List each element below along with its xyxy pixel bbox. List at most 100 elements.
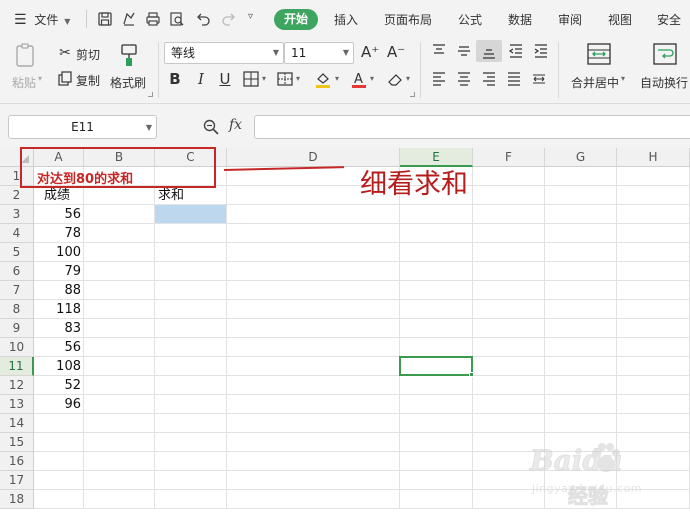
merge-center-icon <box>587 43 611 65</box>
row-header-2[interactable]: 2 <box>0 186 34 205</box>
undo-icon[interactable] <box>194 10 212 28</box>
eraser-icon[interactable] <box>386 70 404 88</box>
increase-font-button[interactable]: A⁺ <box>361 43 379 61</box>
font-size-select[interactable]: 11 ▼ <box>284 42 354 64</box>
row-header-16[interactable]: 16 <box>0 452 34 471</box>
paste-icon[interactable] <box>14 42 38 68</box>
font-color-icon[interactable]: A <box>350 70 368 88</box>
font-size-value: 11 <box>291 46 307 60</box>
merge-center-button[interactable]: 合并居中 <box>571 74 619 91</box>
paste-button[interactable]: 粘贴 <box>12 74 36 91</box>
align-right-icon[interactable] <box>480 70 498 88</box>
cell-a2-header[interactable]: 成绩 <box>44 186 70 205</box>
wrap-text-button[interactable]: 自动换行 <box>640 74 688 91</box>
cell-a11-score[interactable]: 108 <box>34 357 84 376</box>
format-painter-button[interactable]: 格式刷 <box>110 74 146 91</box>
tab-formulas[interactable]: 公式 <box>458 11 482 28</box>
redo-icon[interactable] <box>220 10 238 28</box>
chevron-down-icon: ▼ <box>342 48 349 57</box>
wrap-text-icon <box>653 43 677 65</box>
quick-access-dropdown-icon[interactable]: ▿ <box>248 11 253 22</box>
chevron-down-icon[interactable]: ▾ <box>335 74 339 83</box>
indent-decrease-icon[interactable] <box>507 42 525 60</box>
chevron-down-icon[interactable]: ▾ <box>406 74 410 83</box>
chevron-down-icon: ▼ <box>145 123 152 132</box>
tab-page-layout[interactable]: 页面布局 <box>384 11 432 28</box>
zoom-search-icon[interactable] <box>202 118 220 136</box>
cell-a10-score[interactable]: 56 <box>34 338 84 357</box>
cell-a12-score[interactable]: 52 <box>34 376 84 395</box>
row-header-5[interactable]: 5 <box>0 243 34 262</box>
row-header-4[interactable]: 4 <box>0 224 34 243</box>
formula-input[interactable] <box>254 115 690 139</box>
align-left-icon[interactable] <box>430 70 448 88</box>
fx-icon[interactable]: fx <box>229 117 242 133</box>
paste-dropdown-icon[interactable]: ▾ <box>38 74 42 83</box>
cell-a9-score[interactable]: 83 <box>34 319 84 338</box>
cell-a3-score[interactable]: 56 <box>34 205 84 224</box>
row-header-18[interactable]: 18 <box>0 490 34 509</box>
save-icon[interactable] <box>96 10 114 28</box>
row-header-9[interactable]: 9 <box>0 319 34 338</box>
justify-icon[interactable] <box>505 70 523 88</box>
chevron-down-icon[interactable]: ▾ <box>296 74 300 83</box>
tab-data[interactable]: 数据 <box>508 11 532 28</box>
tab-security[interactable]: 安全 <box>657 11 681 28</box>
cell-a6-score[interactable]: 79 <box>34 262 84 281</box>
cell-style-icon[interactable] <box>276 70 294 88</box>
align-bottom-icon[interactable] <box>480 42 498 60</box>
indent-increase-icon[interactable] <box>532 42 550 60</box>
row-header-11[interactable]: 11 <box>0 357 34 376</box>
chevron-down-icon[interactable]: ▾ <box>370 74 374 83</box>
copy-button[interactable]: 复制 <box>76 72 100 89</box>
active-cell-selection[interactable] <box>399 356 473 376</box>
tab-insert[interactable]: 插入 <box>334 11 358 28</box>
fill-color-icon[interactable] <box>314 70 332 88</box>
align-middle-icon[interactable] <box>455 42 473 60</box>
row-header-17[interactable]: 17 <box>0 471 34 490</box>
chevron-down-icon[interactable]: ▾ <box>621 74 625 83</box>
cut-button[interactable]: 剪切 <box>76 46 100 63</box>
tab-review[interactable]: 审阅 <box>558 11 582 28</box>
name-box[interactable]: E11 ▼ <box>8 115 157 139</box>
italic-icon[interactable]: I <box>192 70 210 88</box>
print-preview-icon[interactable] <box>168 10 186 28</box>
clipboard-launcher-icon[interactable] <box>148 92 153 97</box>
font-launcher-icon[interactable] <box>410 92 415 97</box>
row-header-7[interactable]: 7 <box>0 281 34 300</box>
tab-start[interactable]: 开始 <box>274 9 318 30</box>
align-top-icon[interactable] <box>430 42 448 60</box>
cell-a13-score[interactable]: 96 <box>34 395 84 414</box>
cell-c3-filled[interactable] <box>155 205 226 223</box>
column-header-g[interactable]: G <box>545 148 617 167</box>
cell-a8-score[interactable]: 118 <box>34 300 84 319</box>
tab-view[interactable]: 视图 <box>608 11 632 28</box>
export-pdf-icon[interactable] <box>120 10 138 28</box>
row-header-13[interactable]: 13 <box>0 395 34 414</box>
row-header-14[interactable]: 14 <box>0 414 34 433</box>
decrease-font-button[interactable]: A⁻ <box>387 43 405 61</box>
file-menu[interactable]: ☰ 文件 ▼ <box>14 11 70 28</box>
row-header-3[interactable]: 3 <box>0 205 34 224</box>
row-header-10[interactable]: 10 <box>0 338 34 357</box>
chevron-down-icon[interactable]: ▾ <box>262 74 266 83</box>
distributed-icon[interactable] <box>530 70 548 88</box>
font-name-select[interactable]: 等线 ▼ <box>164 42 284 64</box>
print-icon[interactable] <box>144 10 162 28</box>
column-header-h[interactable]: H <box>617 148 690 167</box>
bold-icon[interactable]: B <box>166 70 184 88</box>
row-header-15[interactable]: 15 <box>0 433 34 452</box>
row-header-6[interactable]: 6 <box>0 262 34 281</box>
row-header-12[interactable]: 12 <box>0 376 34 395</box>
cell-a5-score[interactable]: 100 <box>34 243 84 262</box>
row-header-8[interactable]: 8 <box>0 300 34 319</box>
annotation-label: 对达到80的求和 <box>37 172 134 187</box>
cell-c2-header[interactable]: 求和 <box>158 186 184 205</box>
align-center-icon[interactable] <box>455 70 473 88</box>
column-header-f[interactable]: F <box>473 148 545 167</box>
borders-icon[interactable] <box>242 70 260 88</box>
cell-a4-score[interactable]: 78 <box>34 224 84 243</box>
cell-a7-score[interactable]: 88 <box>34 281 84 300</box>
underline-icon[interactable]: U <box>216 70 234 88</box>
fill-handle[interactable] <box>469 372 474 377</box>
